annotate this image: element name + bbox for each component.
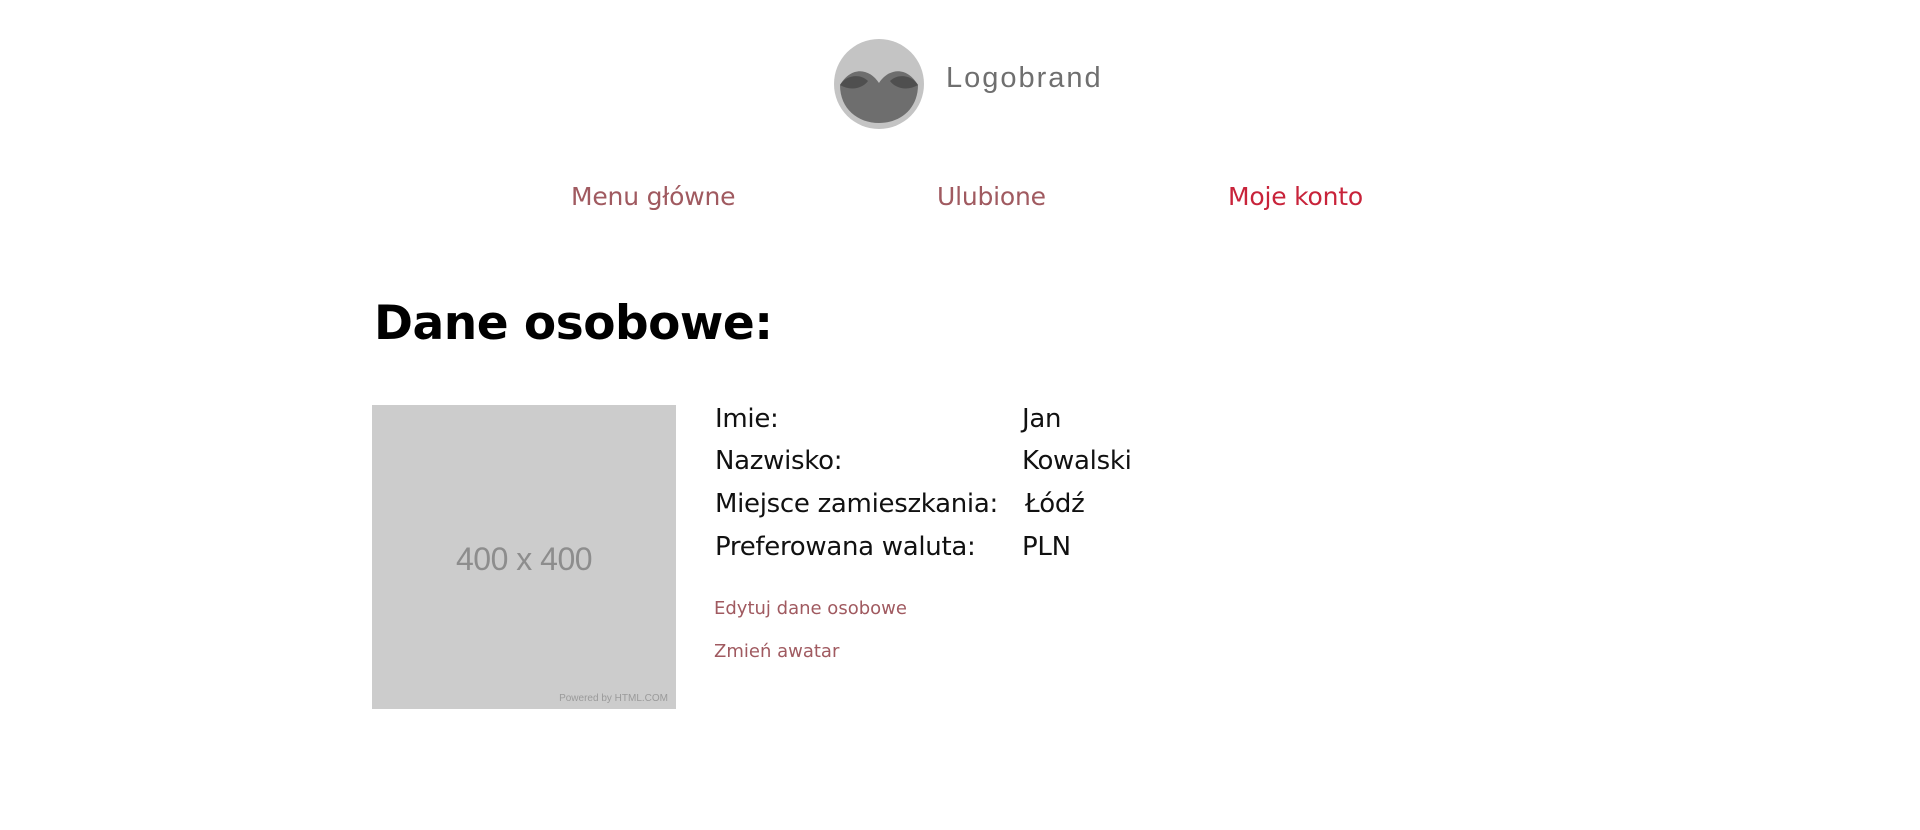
currency-label: Preferowana waluta:: [715, 532, 976, 562]
last-name-value: Kowalski: [1022, 446, 1132, 476]
first-name-label: Imie:: [715, 404, 779, 434]
first-name-value: Jan: [1022, 404, 1062, 434]
logo-icon[interactable]: [834, 39, 924, 129]
avatar-image: 400 x 400 Powered by HTML.COM: [372, 405, 676, 709]
nav-item-main-menu[interactable]: Menu główne: [571, 182, 736, 211]
avatar-credit: Powered by HTML.COM: [559, 693, 668, 704]
residence-value: Łódź: [1025, 489, 1085, 519]
nav-item-favorites[interactable]: Ulubione: [937, 182, 1046, 211]
edit-personal-data-link[interactable]: Edytuj dane osobowe: [714, 598, 907, 619]
brand-name: Logobrand: [946, 62, 1103, 94]
nav-item-my-account[interactable]: Moje konto: [1228, 182, 1363, 211]
residence-label: Miejsce zamieszkania:: [715, 489, 998, 519]
currency-value: PLN: [1022, 532, 1071, 562]
last-name-label: Nazwisko:: [715, 446, 843, 476]
change-avatar-link[interactable]: Zmień awatar: [714, 641, 839, 662]
page-title: Dane osobowe:: [374, 296, 773, 351]
avatar-placeholder-text: 400 x 400: [455, 541, 593, 577]
